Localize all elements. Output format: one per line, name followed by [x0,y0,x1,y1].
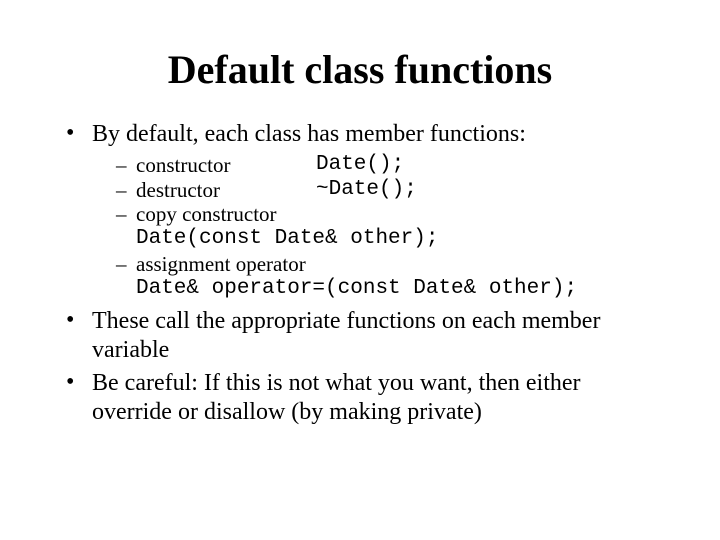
member-constructor-code: Date(); [316,153,404,178]
member-destructor-code: ~Date(); [316,178,417,203]
member-copy-constructor-label: copy constructor [136,202,277,226]
member-constructor-label: constructor [136,153,316,178]
member-constructor: constructor Date(); [116,153,656,178]
bullet-these-call: These call the appropriate functions on … [64,307,656,365]
member-copy-constructor: copy constructor Date(const Date& other)… [116,202,656,252]
bullet-list-level-2: constructor Date(); destructor ~Date(); … [92,153,656,302]
member-copy-constructor-code: Date(const Date& other); [136,227,656,252]
bullet-intro: By default, each class has member functi… [64,120,656,301]
bullet-list-level-1: By default, each class has member functi… [64,120,656,427]
member-assignment-operator: assignment operator Date& operator=(cons… [116,252,656,302]
bullet-be-careful-text: Be careful: If this is not what you want… [92,370,581,425]
slide: Default class functions By default, each… [0,0,720,540]
page-title: Default class functions [64,48,656,92]
bullet-these-call-text: These call the appropriate functions on … [92,308,600,363]
bullet-be-careful: Be careful: If this is not what you want… [64,369,656,427]
member-destructor-label: destructor [136,178,316,203]
member-assignment-operator-label: assignment operator [136,252,306,276]
member-destructor: destructor ~Date(); [116,178,656,203]
bullet-intro-text: By default, each class has member functi… [92,121,526,147]
member-assignment-operator-code: Date& operator=(const Date& other); [136,277,656,302]
